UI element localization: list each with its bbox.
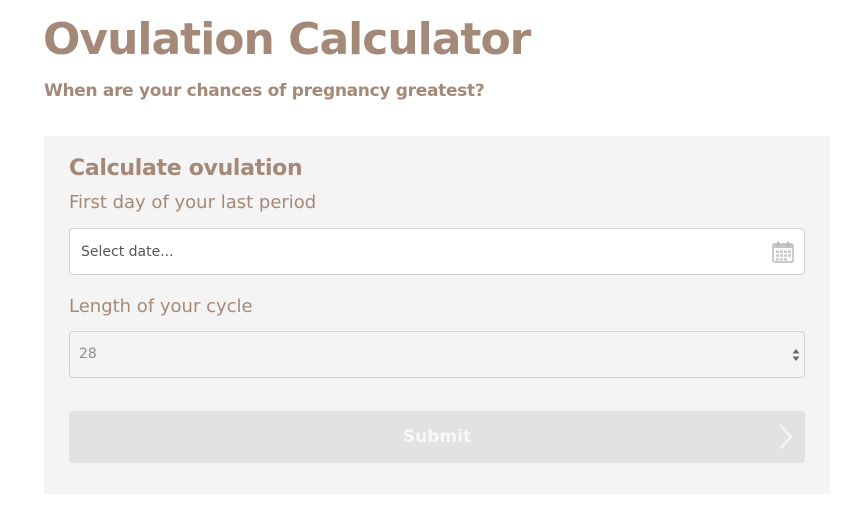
cycle-field-label: Length of your cycle bbox=[69, 296, 253, 317]
submit-button[interactable]: Submit bbox=[69, 411, 805, 463]
select-arrows-icon bbox=[792, 349, 800, 361]
calendar-icon[interactable] bbox=[771, 240, 795, 264]
date-input[interactable] bbox=[70, 229, 761, 274]
form-heading: Calculate ovulation bbox=[69, 156, 303, 181]
ovulation-form-card: Calculate ovulation First day of your la… bbox=[44, 136, 830, 494]
arrow-right-icon bbox=[779, 424, 793, 450]
date-field[interactable] bbox=[69, 228, 805, 275]
submit-label: Submit bbox=[402, 427, 472, 447]
page-subtitle: When are your chances of pregnancy great… bbox=[44, 81, 485, 101]
cycle-length-select[interactable]: 28 bbox=[69, 331, 805, 378]
date-field-label: First day of your last period bbox=[69, 192, 317, 213]
cycle-length-value: 28 bbox=[79, 346, 97, 362]
page-title: Ovulation Calculator bbox=[43, 14, 531, 65]
